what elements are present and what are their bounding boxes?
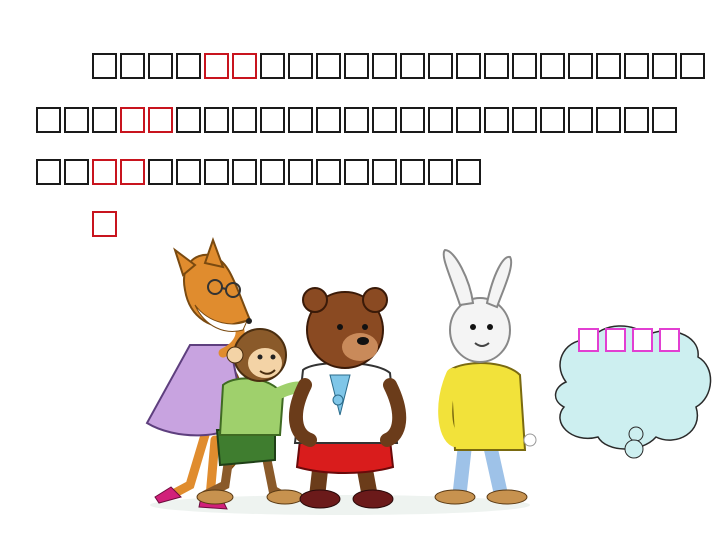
glyph xyxy=(288,107,313,133)
rabbit-icon xyxy=(434,248,537,505)
glyph xyxy=(344,159,369,185)
bubble-glyph xyxy=(605,328,626,352)
glyph xyxy=(456,107,481,133)
highlight-glyph xyxy=(148,107,173,133)
glyph xyxy=(176,53,201,79)
glyph xyxy=(596,107,621,133)
glyph xyxy=(260,53,285,79)
glyph xyxy=(456,159,481,185)
glyph xyxy=(92,107,117,133)
glyph xyxy=(36,107,61,133)
animals-illustration xyxy=(145,237,537,515)
bubble-glyph xyxy=(632,328,653,352)
glyph xyxy=(316,53,341,79)
glyph xyxy=(400,159,425,185)
highlight-glyph xyxy=(232,53,257,79)
glyph xyxy=(512,107,537,133)
glyph xyxy=(484,107,509,133)
glyph xyxy=(148,159,173,185)
glyph xyxy=(428,53,453,79)
glyph xyxy=(596,53,621,79)
glyph xyxy=(288,159,313,185)
glyph xyxy=(372,53,397,79)
bubble-glyph xyxy=(659,328,680,352)
glyph xyxy=(568,53,593,79)
glyph xyxy=(652,107,677,133)
glyph xyxy=(344,53,369,79)
highlight-glyph xyxy=(92,211,117,237)
glyph xyxy=(232,159,257,185)
highlight-glyph xyxy=(120,107,145,133)
glyph xyxy=(652,53,677,79)
glyph xyxy=(64,107,89,133)
glyph xyxy=(92,53,117,79)
glyph xyxy=(540,107,565,133)
glyph xyxy=(316,159,341,185)
glyph xyxy=(120,53,145,79)
glyph xyxy=(372,107,397,133)
glyph xyxy=(176,107,201,133)
glyph xyxy=(400,53,425,79)
glyph xyxy=(568,107,593,133)
glyph xyxy=(540,53,565,79)
glyph xyxy=(624,107,649,133)
glyph xyxy=(204,159,229,185)
glyph xyxy=(624,53,649,79)
fox-icon xyxy=(145,237,252,510)
glyph xyxy=(148,53,173,79)
glyph xyxy=(288,53,313,79)
glyph xyxy=(316,107,341,133)
bubble-glyph xyxy=(578,328,599,352)
glyph xyxy=(680,53,705,79)
glyph xyxy=(456,53,481,79)
glyph xyxy=(484,53,509,79)
highlight-glyph xyxy=(92,159,117,185)
highlight-glyph xyxy=(120,159,145,185)
glyph xyxy=(428,107,453,133)
glyph xyxy=(204,107,229,133)
bear-icon xyxy=(288,287,407,509)
thought-bubble-text: □□□□ xyxy=(578,328,698,356)
highlight-glyph xyxy=(204,53,229,79)
glyph xyxy=(232,107,257,133)
glyph xyxy=(64,159,89,185)
glyph xyxy=(344,107,369,133)
glyph xyxy=(260,107,285,133)
glyph xyxy=(176,159,201,185)
glyph xyxy=(512,53,537,79)
glyph xyxy=(372,159,397,185)
glyph xyxy=(428,159,453,185)
glyph xyxy=(36,159,61,185)
glyph xyxy=(260,159,285,185)
glyph xyxy=(400,107,425,133)
